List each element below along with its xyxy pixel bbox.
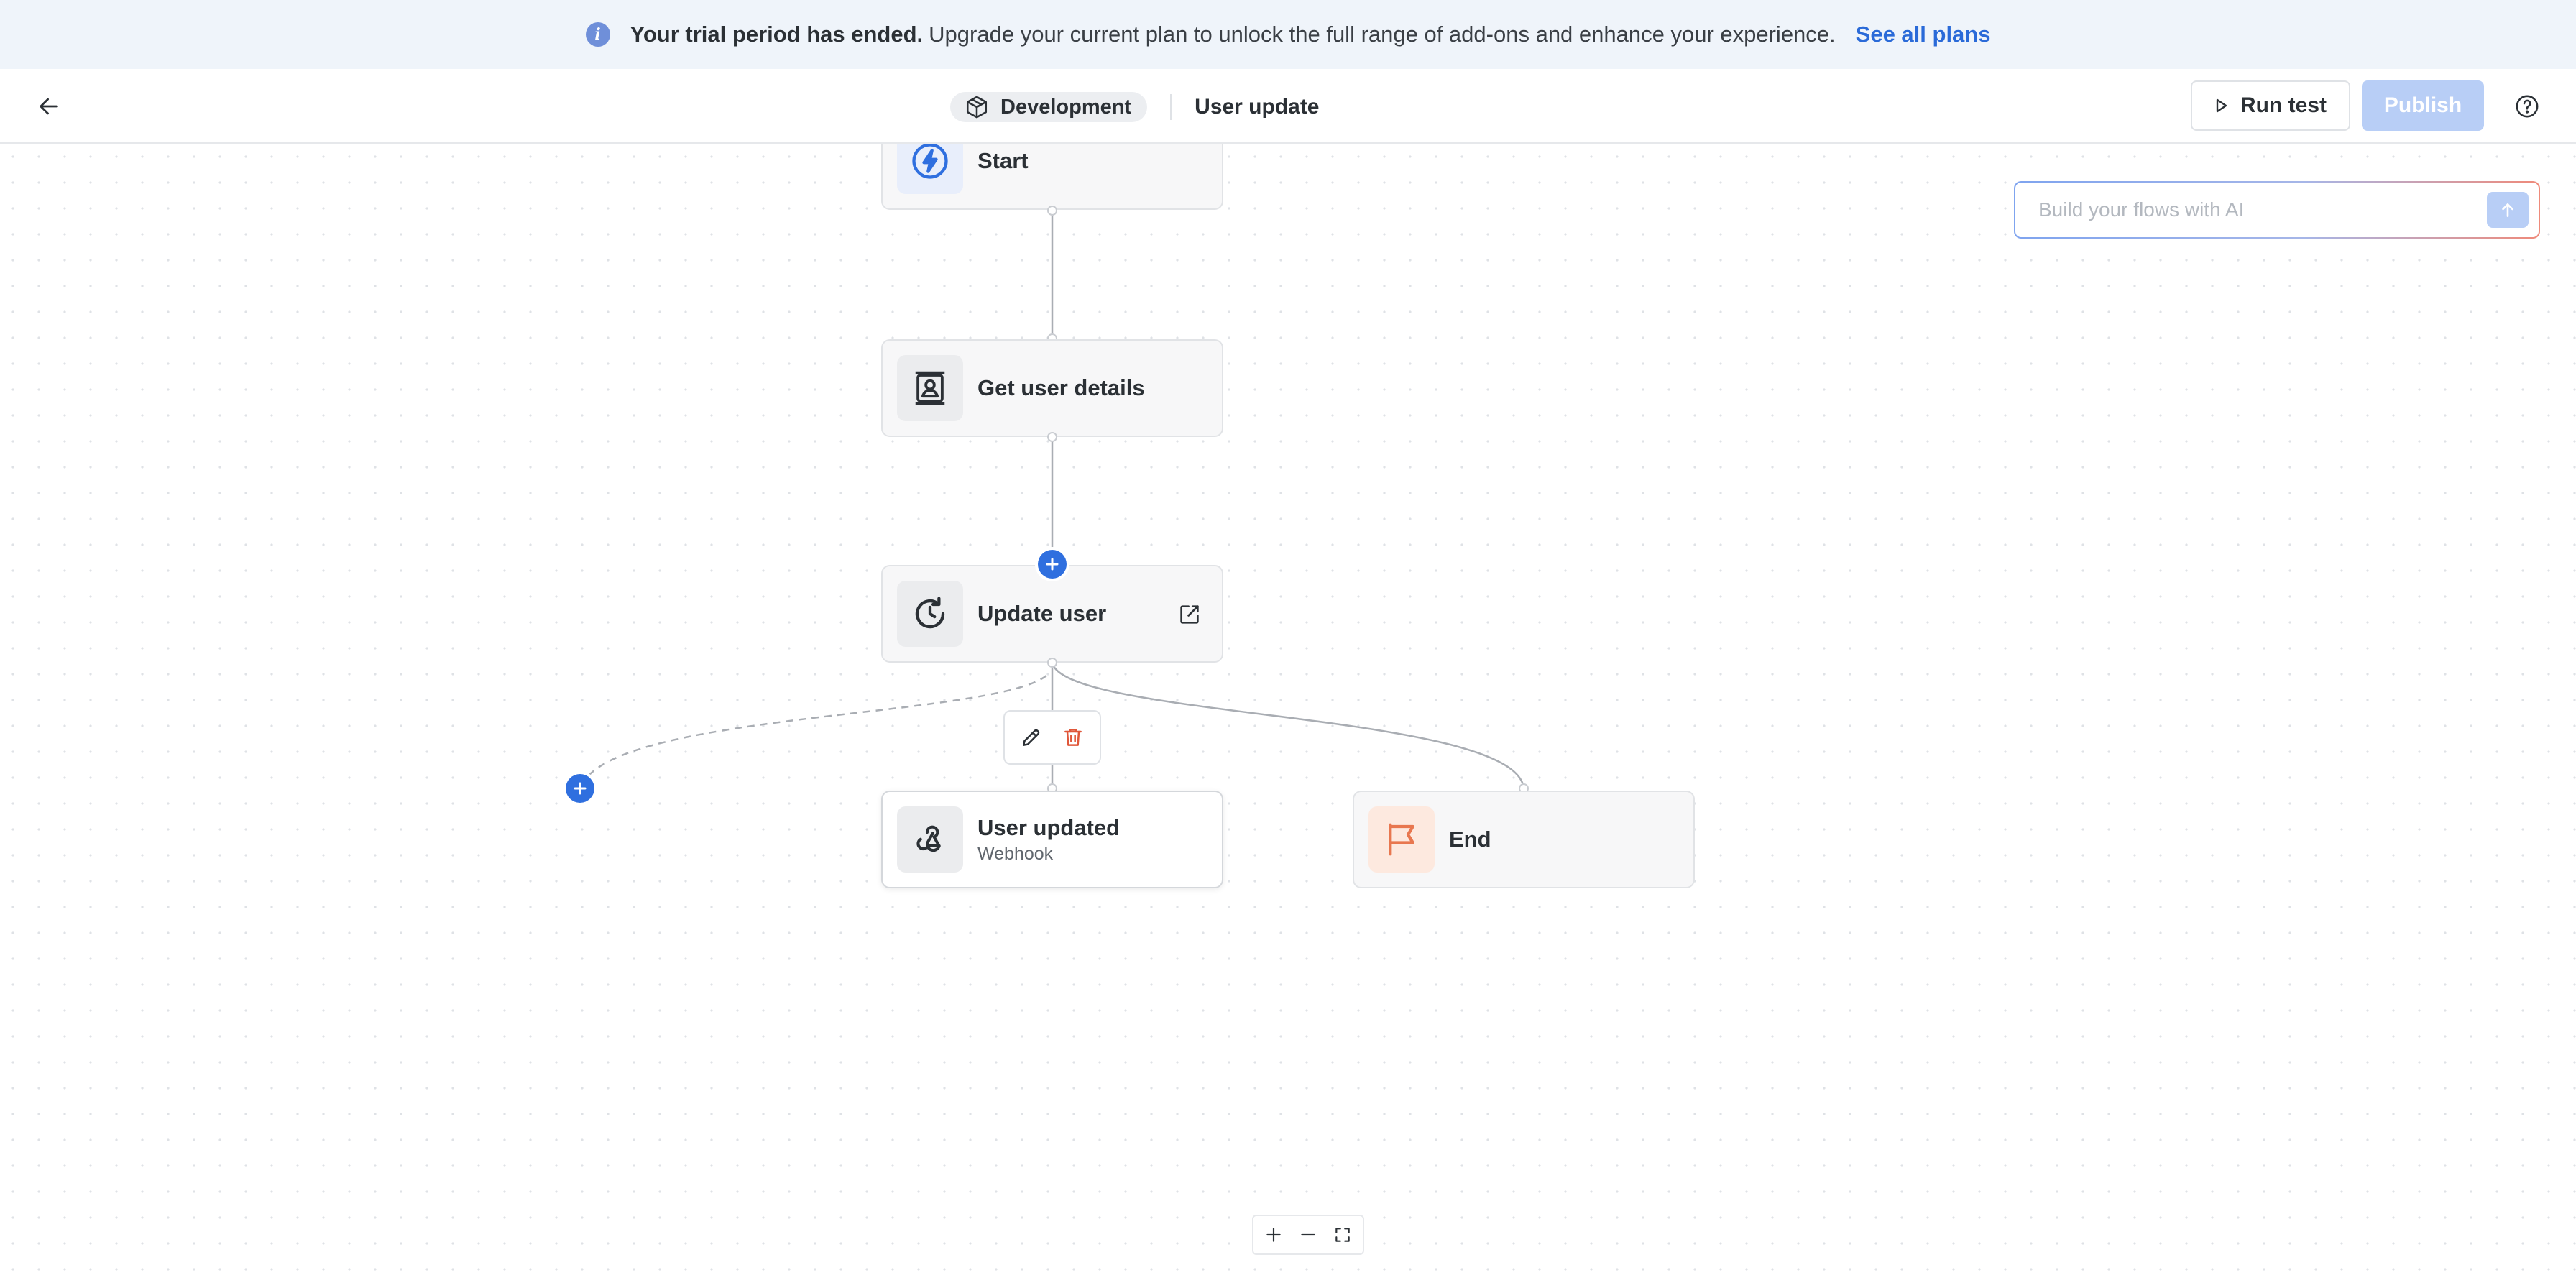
breadcrumb: Development User update <box>950 91 1320 124</box>
webhook-icon <box>916 825 941 852</box>
arrow-up-icon <box>2502 203 2513 217</box>
flow-canvas[interactable]: Start Get user details Update user User … <box>0 144 2576 1275</box>
banner-text: Upgrade your current plan to unlock the … <box>929 22 1836 47</box>
node-get-user-icon-box <box>897 355 963 421</box>
lightning-icon <box>912 144 948 179</box>
pencil-icon <box>1022 729 1039 746</box>
publish-label: Publish <box>2383 93 2462 117</box>
refresh-icon <box>915 597 945 629</box>
run-test-label: Run test <box>2240 93 2327 117</box>
environment-label: Development <box>1000 95 1132 119</box>
plus-icon <box>574 782 586 795</box>
fullscreen-icon <box>1335 1228 1350 1242</box>
port-start-out[interactable] <box>1047 206 1057 216</box>
node-user-updated-title: User updated <box>978 814 1121 840</box>
plus-icon <box>1046 558 1059 571</box>
publish-button[interactable]: Publish <box>2362 80 2484 131</box>
play-icon <box>2216 98 2227 113</box>
help-button[interactable] <box>2513 92 2542 121</box>
trial-banner: i Your trial period has ended. Upgrade y… <box>0 0 2576 69</box>
arrow-left-icon <box>40 98 58 115</box>
back-button[interactable] <box>33 91 65 122</box>
zoom-out-button[interactable] <box>1294 1220 1322 1249</box>
port-update-user-out[interactable] <box>1047 658 1057 668</box>
flow-name[interactable]: User update <box>1195 95 1319 119</box>
node-user-updated-text: User updated Webhook <box>978 815 1120 865</box>
node-update-user-title: Update user <box>978 601 1107 626</box>
external-link-icon <box>1180 605 1199 624</box>
contact-card-icon <box>915 371 945 405</box>
node-start-icon-box <box>897 144 963 194</box>
node-user-updated[interactable]: User updated Webhook <box>881 791 1223 888</box>
info-icon: i <box>585 22 610 47</box>
plus-icon <box>1266 1228 1281 1242</box>
zoom-controls <box>1252 1215 1364 1255</box>
node-end-title: End <box>1449 827 1491 852</box>
edge-draft-dashed[interactable] <box>579 675 1047 789</box>
minus-icon <box>1301 1233 1315 1236</box>
edge-update-user-to-end[interactable] <box>1051 662 1525 789</box>
add-step-button[interactable] <box>1038 550 1067 579</box>
node-start[interactable]: Start <box>881 144 1223 210</box>
open-external-button[interactable] <box>1177 602 1202 630</box>
zoom-in-button[interactable] <box>1259 1220 1288 1249</box>
edge-toolbar <box>1003 710 1101 765</box>
ai-send-button[interactable] <box>2487 192 2529 228</box>
trash-icon <box>1064 729 1082 746</box>
node-update-user[interactable]: Update user <box>881 565 1223 663</box>
node-end-icon-box <box>1368 806 1435 873</box>
environment-badge[interactable]: Development <box>950 92 1148 122</box>
ai-prompt-input[interactable] <box>2037 198 2487 222</box>
ai-prompt-box <box>2014 181 2540 239</box>
node-user-updated-icon-box <box>897 806 963 873</box>
fit-view-button[interactable] <box>1328 1220 1357 1249</box>
port-get-user-out[interactable] <box>1047 432 1057 442</box>
breadcrumb-divider <box>1170 94 1172 120</box>
flag-icon <box>1389 823 1414 856</box>
delete-edge-button[interactable] <box>1057 722 1089 753</box>
node-get-user-title: Get user details <box>978 375 1145 400</box>
node-get-user-details[interactable]: Get user details <box>881 339 1223 437</box>
node-start-title: Start <box>978 148 1029 173</box>
node-end[interactable]: End <box>1353 791 1695 888</box>
node-update-user-icon-box <box>897 581 963 647</box>
banner-strong-text: Your trial period has ended. <box>630 22 924 47</box>
ai-prompt-inner <box>2015 183 2539 237</box>
add-branch-button[interactable] <box>566 774 594 803</box>
flow-edges <box>579 211 1525 789</box>
edit-edge-button[interactable] <box>1016 722 1047 753</box>
see-all-plans-link[interactable]: See all plans <box>1856 22 1991 47</box>
node-user-updated-subtitle: Webhook <box>978 843 1054 864</box>
help-circle-icon <box>2516 95 2539 118</box>
cube-icon <box>966 96 988 119</box>
flow-header: Development User update Run test Publish <box>0 69 2576 144</box>
run-test-button[interactable]: Run test <box>2191 80 2350 131</box>
